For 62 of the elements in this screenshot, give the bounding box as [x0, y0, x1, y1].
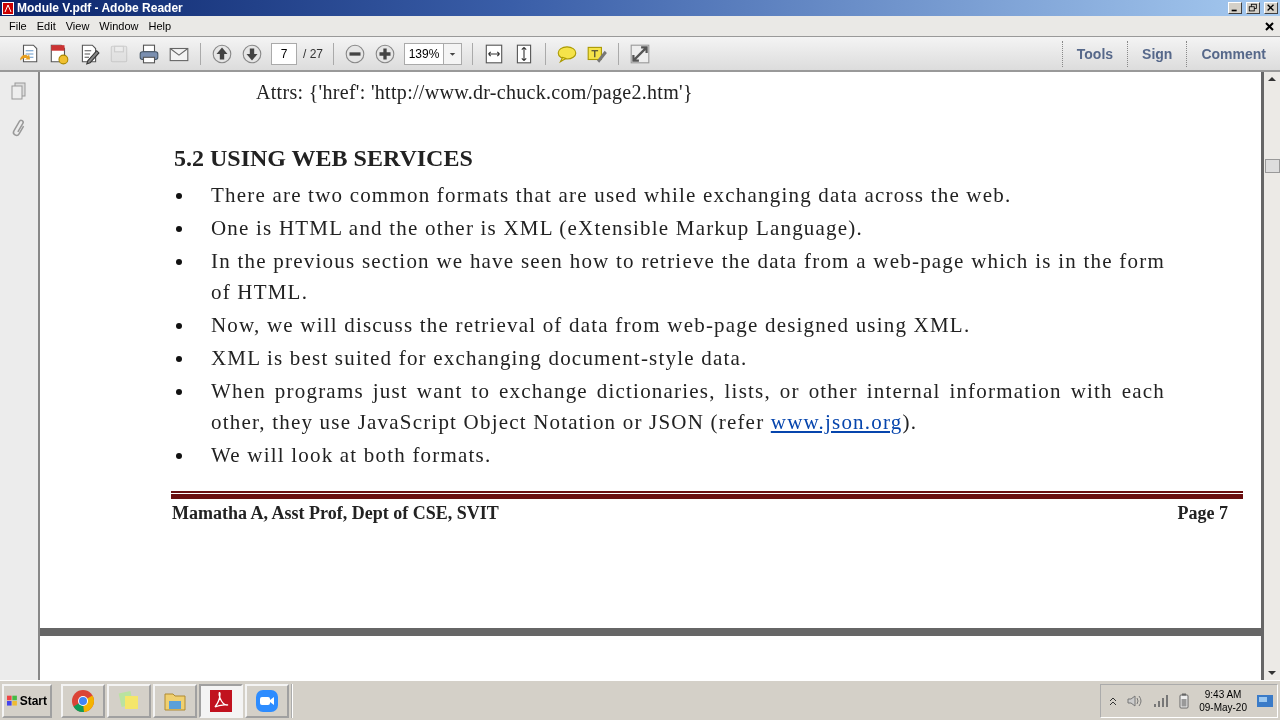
zoom-in-icon[interactable]: [374, 42, 396, 65]
battery-icon[interactable]: [1179, 692, 1190, 709]
print-icon[interactable]: [138, 42, 160, 65]
bullet-text: Now, we will discuss the retrieval of data from web-page designed using XML.: [211, 312, 972, 339]
bullet-text: We will look at both formats.: [211, 442, 493, 469]
pane-tab[interactable]: Tools: [1061, 40, 1128, 67]
chevron-up-icon[interactable]: [1109, 695, 1118, 706]
code-line: Attrs: {'href': 'http://www.dr-chuck.com/page2.htm'}: [256, 80, 694, 104]
menu-item[interactable]: Help: [143, 20, 177, 32]
full-screen-icon[interactable]: [629, 42, 651, 65]
bullet-icon: [176, 226, 182, 232]
bullet-icon: [176, 453, 182, 459]
minimize-icon[interactable]: [1228, 2, 1242, 14]
clock-time[interactable]: 9:43 AM: [1204, 687, 1242, 701]
scrollbar[interactable]: [1264, 72, 1280, 680]
close-icon[interactable]: [1265, 21, 1274, 31]
pane-tab[interactable]: Sign: [1127, 40, 1187, 67]
menu-item[interactable]: Edit: [31, 20, 61, 32]
bullet-icon: [176, 389, 182, 395]
taskbar-button[interactable]: [61, 683, 105, 718]
bullet-text: One is HTML and the other is XML (eXtensible Markup Language).: [211, 215, 864, 242]
paperclip-icon[interactable]: [11, 118, 27, 138]
page-label: Page 7: [1177, 503, 1228, 524]
section-heading: 5.2 USING WEB SERVICES: [174, 144, 474, 172]
link[interactable]: www.json.org: [770, 410, 903, 434]
restore-icon[interactable]: [1246, 2, 1260, 14]
start-button[interactable]: Start: [2, 683, 52, 718]
menu-item[interactable]: File: [4, 20, 32, 32]
scroll-thumb[interactable]: [1264, 159, 1280, 173]
page-count: / 27: [303, 46, 323, 61]
app-icon: [2, 1, 14, 15]
footer-author: Mamatha A, Asst Prof, Dept of CSE, SVIT: [172, 503, 499, 524]
bullet-text: There are two common formats that are used while exchanging data across the web.: [211, 182, 1013, 209]
bullet-icon: [176, 323, 182, 329]
pane-tab[interactable]: Comment: [1186, 40, 1280, 67]
bullet-icon: [176, 356, 182, 362]
start-label: Start: [19, 693, 47, 708]
speaker-icon[interactable]: [1127, 693, 1144, 708]
zoom-field[interactable]: 139%: [404, 42, 444, 65]
browser-icon: [71, 688, 95, 713]
fit-page-icon[interactable]: [483, 42, 505, 65]
bullet-text: XML is best suited for exchanging document-style data.: [211, 345, 749, 372]
menu-item[interactable]: View: [60, 20, 95, 32]
zoom-out-icon[interactable]: [344, 42, 366, 65]
windows-logo-icon: [7, 693, 18, 708]
bullet-text: When programs just want to exchange dictionaries, lists, or other internal information with each other, they use JavaScript Object Notation or JSON (refer www.json.org).: [211, 378, 1165, 436]
taskbar-button[interactable]: [199, 683, 243, 718]
page-number-field[interactable]: 7: [271, 42, 297, 65]
video-camera-icon: [255, 688, 279, 713]
pdf-reader-icon: [209, 688, 233, 713]
menu-item[interactable]: Window: [94, 20, 144, 32]
bullet-icon: [176, 193, 182, 199]
clock-date[interactable]: 09-May-20: [1199, 700, 1247, 714]
show-desktop-icon[interactable]: [1257, 693, 1273, 708]
bullet-icon: [176, 259, 182, 265]
taskbar-button[interactable]: [153, 683, 197, 718]
open-file-icon[interactable]: [18, 42, 40, 65]
window-title: Module V.pdf - Adobe Reader: [17, 1, 183, 15]
create-pdf-icon[interactable]: [48, 42, 70, 65]
bullet-text: In the previous section we have seen how to retrieve the data from a web-page which is in the form of HTML.: [211, 248, 1165, 306]
taskbar-button[interactable]: [245, 683, 289, 718]
signal-icon[interactable]: [1153, 693, 1170, 708]
